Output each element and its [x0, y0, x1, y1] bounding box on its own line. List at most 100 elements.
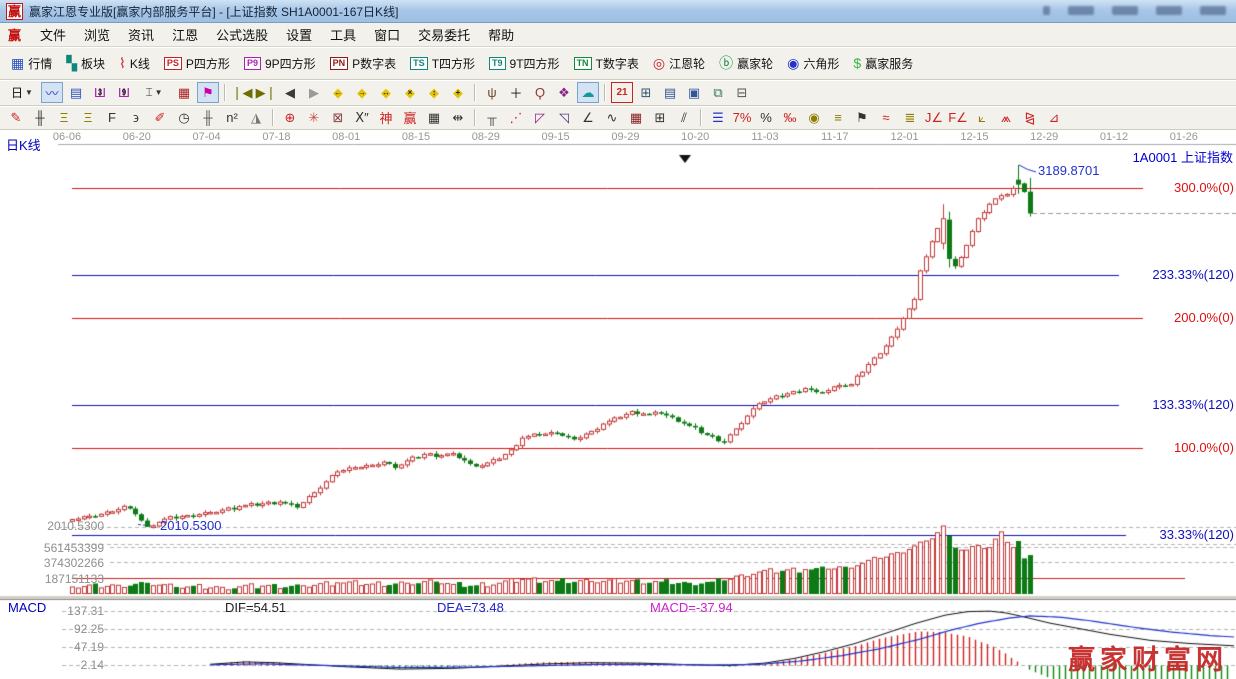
next-bar-icon[interactable]: ▶	[303, 82, 325, 103]
gann-diamond-hmove-icon[interactable]: ◆↔	[375, 82, 397, 103]
red-pen-icon[interactable]: ✐	[149, 107, 171, 128]
crosshair-circle-icon[interactable]: ⊕	[279, 107, 301, 128]
t-square-button[interactable]: TST四方形	[403, 52, 482, 75]
pan-hand-icon[interactable]: ψ	[481, 82, 503, 103]
angle-tool-icon[interactable]: ◮	[245, 107, 267, 128]
volume-profile-icon[interactable]: ⚑	[197, 82, 219, 103]
trend-wave-icon[interactable]: 〰	[41, 82, 63, 103]
chart-3-icon[interactable]: Ш3	[89, 82, 111, 103]
gold-ruler-icon[interactable]: Ξ	[53, 107, 75, 128]
sector-blocks-button[interactable]: ▚板块	[59, 52, 112, 75]
titlebar-faint-item[interactable]	[1112, 6, 1138, 15]
ruler-ticks-icon[interactable]: ╫	[29, 107, 51, 128]
menu-item-公式选股[interactable]: 公式选股	[207, 23, 277, 46]
gann-diamond-cross-icon[interactable]: ◆×	[399, 82, 421, 103]
boxed-fan2-icon[interactable]: ◹	[553, 107, 575, 128]
grid-arrow-icon[interactable]: ⊞	[649, 107, 671, 128]
width-arrows-icon[interactable]: ⇹	[447, 107, 469, 128]
fibo-ruler-icon[interactable]: F	[101, 107, 123, 128]
kline-button[interactable]: ⌇K线	[112, 52, 157, 75]
prev-bar-icon[interactable]: ◀	[279, 82, 301, 103]
pillar-frame-icon[interactable]: ╥	[481, 107, 503, 128]
winner-service-button[interactable]: $赢家服务	[846, 52, 920, 75]
gold-band-icon[interactable]: ≣	[899, 107, 921, 128]
menu-item-文件[interactable]: 文件	[31, 23, 75, 46]
candle-flag-icon[interactable]: ⚑	[851, 107, 873, 128]
boxed-starburst-icon[interactable]: ⊠	[327, 107, 349, 128]
percent-box-icon[interactable]: 7%	[731, 107, 753, 128]
printer-icon[interactable]: ⊟	[731, 82, 753, 103]
notebook-icon[interactable]: ▤	[659, 82, 681, 103]
nine-p-square-button[interactable]: P99P四方形	[237, 52, 323, 75]
gold-ruler2-icon[interactable]: Ξ	[77, 107, 99, 128]
menu-item-资讯[interactable]: 资讯	[119, 23, 163, 46]
grid-tool-icon[interactable]: ▦	[625, 107, 647, 128]
titlebar-faint-item[interactable]	[1200, 6, 1226, 15]
fan-lines-icon[interactable]: ⋰	[505, 107, 527, 128]
ying-ruler-icon[interactable]: 赢	[399, 107, 421, 128]
crosshair-icon[interactable]: ＋	[505, 82, 527, 103]
gann-diamond-left-icon[interactable]: ◆←	[327, 82, 349, 103]
titlebar-faint-item[interactable]	[1043, 6, 1050, 15]
kline-mark-icon[interactable]: Ⅹ″	[351, 107, 373, 128]
n2-ruler-icon[interactable]: n²	[221, 107, 243, 128]
hexagon-button[interactable]: ◉六角形	[780, 52, 846, 75]
titlebar-faint-item[interactable]	[1156, 6, 1182, 15]
box-tool-icon[interactable]: ❖	[553, 82, 575, 103]
starburst-icon[interactable]: ✳	[303, 107, 325, 128]
note-icon[interactable]: ▤	[65, 82, 87, 103]
gold-circle-icon[interactable]: ◉	[803, 107, 825, 128]
angle-lines-icon[interactable]: ∠	[577, 107, 599, 128]
parallel-lines-icon[interactable]: ⫽	[673, 107, 695, 128]
four-angle-icon[interactable]: ⊿	[1043, 107, 1065, 128]
boxed-fan-icon[interactable]: ◸	[529, 107, 551, 128]
band-tool-icon[interactable]: ⧎	[1019, 107, 1041, 128]
calendar-21-icon[interactable]: 21	[611, 82, 633, 103]
save-disk-icon[interactable]: ▣	[683, 82, 705, 103]
menu-item-窗口[interactable]: 窗口	[365, 23, 409, 46]
menu-item-设置[interactable]: 设置	[277, 23, 321, 46]
kline-chart-canvas[interactable]	[0, 130, 1236, 679]
gann-wheel-button[interactable]: ◎江恩轮	[646, 52, 712, 75]
winner-wheel-button[interactable]: ⓑ赢家轮	[712, 52, 780, 75]
titlebar-faint-item[interactable]	[1068, 6, 1094, 15]
gann-diamond-right-icon[interactable]: ◆→	[351, 82, 373, 103]
chart-9-icon[interactable]: Ш9	[113, 82, 135, 103]
p-number-table-button[interactable]: PNP数字表	[323, 52, 404, 75]
candle-style-dropdown[interactable]: ⌶▼	[137, 82, 171, 103]
last-bar-icon[interactable]: ▶❘	[255, 82, 277, 103]
gann-diamond-vmove-icon[interactable]: ◆↕	[423, 82, 445, 103]
f-angle-icon[interactable]: F∠	[947, 107, 969, 128]
menu-item-交易委托[interactable]: 交易委托	[409, 23, 479, 46]
network-icon[interactable]: ⧉	[707, 82, 729, 103]
menu-item-江恩[interactable]: 江恩	[163, 23, 207, 46]
cloud-tool-icon[interactable]: ☁	[577, 82, 599, 103]
wave-band-icon[interactable]: ≈	[875, 107, 897, 128]
price-levels-icon[interactable]: ☰	[707, 107, 729, 128]
arc-ruler-icon[interactable]: ϶	[125, 107, 147, 128]
tick-ruler-icon[interactable]: ╫	[197, 107, 219, 128]
gann-box-icon[interactable]: ▦	[173, 82, 195, 103]
t-number-table-button[interactable]: TNT数字表	[567, 52, 646, 75]
nine-t-square-button[interactable]: T99T四方形	[482, 52, 567, 75]
gold-lines-icon[interactable]: ≡	[827, 107, 849, 128]
calculator-icon[interactable]: ⊞	[635, 82, 657, 103]
speed-angle-icon[interactable]: ⩕	[995, 107, 1017, 128]
p-square-button[interactable]: PSP四方形	[157, 52, 237, 75]
gold-angle-icon[interactable]: ⟀	[971, 107, 993, 128]
menu-item-工具[interactable]: 工具	[321, 23, 365, 46]
grid-129-icon[interactable]: ▦	[423, 107, 445, 128]
gann-diamond-allmove-icon[interactable]: ◆+	[447, 82, 469, 103]
first-bar-icon[interactable]: ❘◀	[231, 82, 253, 103]
shen-ruler-icon[interactable]: 神	[375, 107, 397, 128]
period-day-dropdown[interactable]: 日▼	[5, 82, 39, 103]
menu-item-帮助[interactable]: 帮助	[479, 23, 523, 46]
zoom-tool-icon[interactable]: Ϙ	[529, 82, 551, 103]
cycle-clock-icon[interactable]: ◷	[173, 107, 195, 128]
trend-pen-icon[interactable]: ✎	[5, 107, 27, 128]
permille-line-icon[interactable]: ‰	[779, 107, 801, 128]
zigzag-icon[interactable]: ∿	[601, 107, 623, 128]
menu-item-浏览[interactable]: 浏览	[75, 23, 119, 46]
j-angle-icon[interactable]: J∠	[923, 107, 945, 128]
quote-table-button[interactable]: ▦行情	[4, 52, 59, 75]
